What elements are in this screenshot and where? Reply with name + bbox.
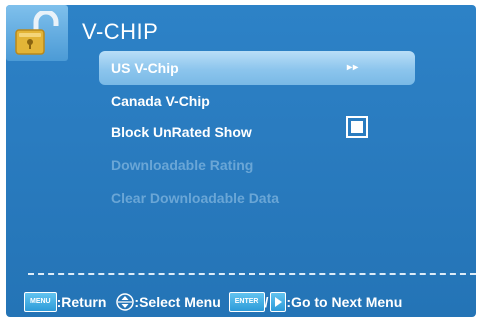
lock-tile	[6, 5, 68, 61]
menu-item-label: Block UnRated Show	[111, 124, 252, 140]
enter-key-icon: ENTER	[228, 292, 265, 312]
menu-item-us-vchip[interactable]: US V-Chip ▸▸	[99, 51, 415, 85]
menu-item-clear-downloadable-data: Clear Downloadable Data	[99, 181, 415, 215]
vchip-menu-screen: V-CHIP US V-Chip ▸▸ Canada V-Chip Block …	[6, 5, 476, 317]
menu-key-icon: MENU	[24, 292, 57, 312]
menu-item-label: US V-Chip	[111, 60, 179, 76]
padlock-icon	[15, 11, 59, 55]
select-menu-hint: :Select Menu	[134, 294, 221, 310]
footer-help-bar: MENU :Return :Select Menu ENTER / :Go to…	[24, 291, 402, 313]
menu-item-label: Downloadable Rating	[111, 157, 254, 173]
submenu-arrow-icon: ▸▸	[347, 62, 360, 73]
up-down-navigation-icon	[116, 293, 135, 311]
block-unrated-checkbox[interactable]	[346, 116, 368, 138]
menu-item-label: Canada V-Chip	[111, 93, 210, 109]
key-separator: /	[264, 294, 269, 310]
menu-item-label: Clear Downloadable Data	[111, 190, 280, 206]
return-hint: :Return	[56, 294, 107, 310]
menu-item-downloadable-rating: Downloadable Rating	[99, 148, 415, 182]
footer-divider	[28, 273, 476, 275]
checkbox-checked-mark	[351, 121, 363, 133]
page-title: V-CHIP	[82, 19, 159, 44]
right-arrow-key-icon	[270, 292, 287, 312]
menu-item-canada-vchip[interactable]: Canada V-Chip	[99, 84, 415, 118]
next-menu-hint: :Go to Next Menu	[286, 294, 403, 310]
